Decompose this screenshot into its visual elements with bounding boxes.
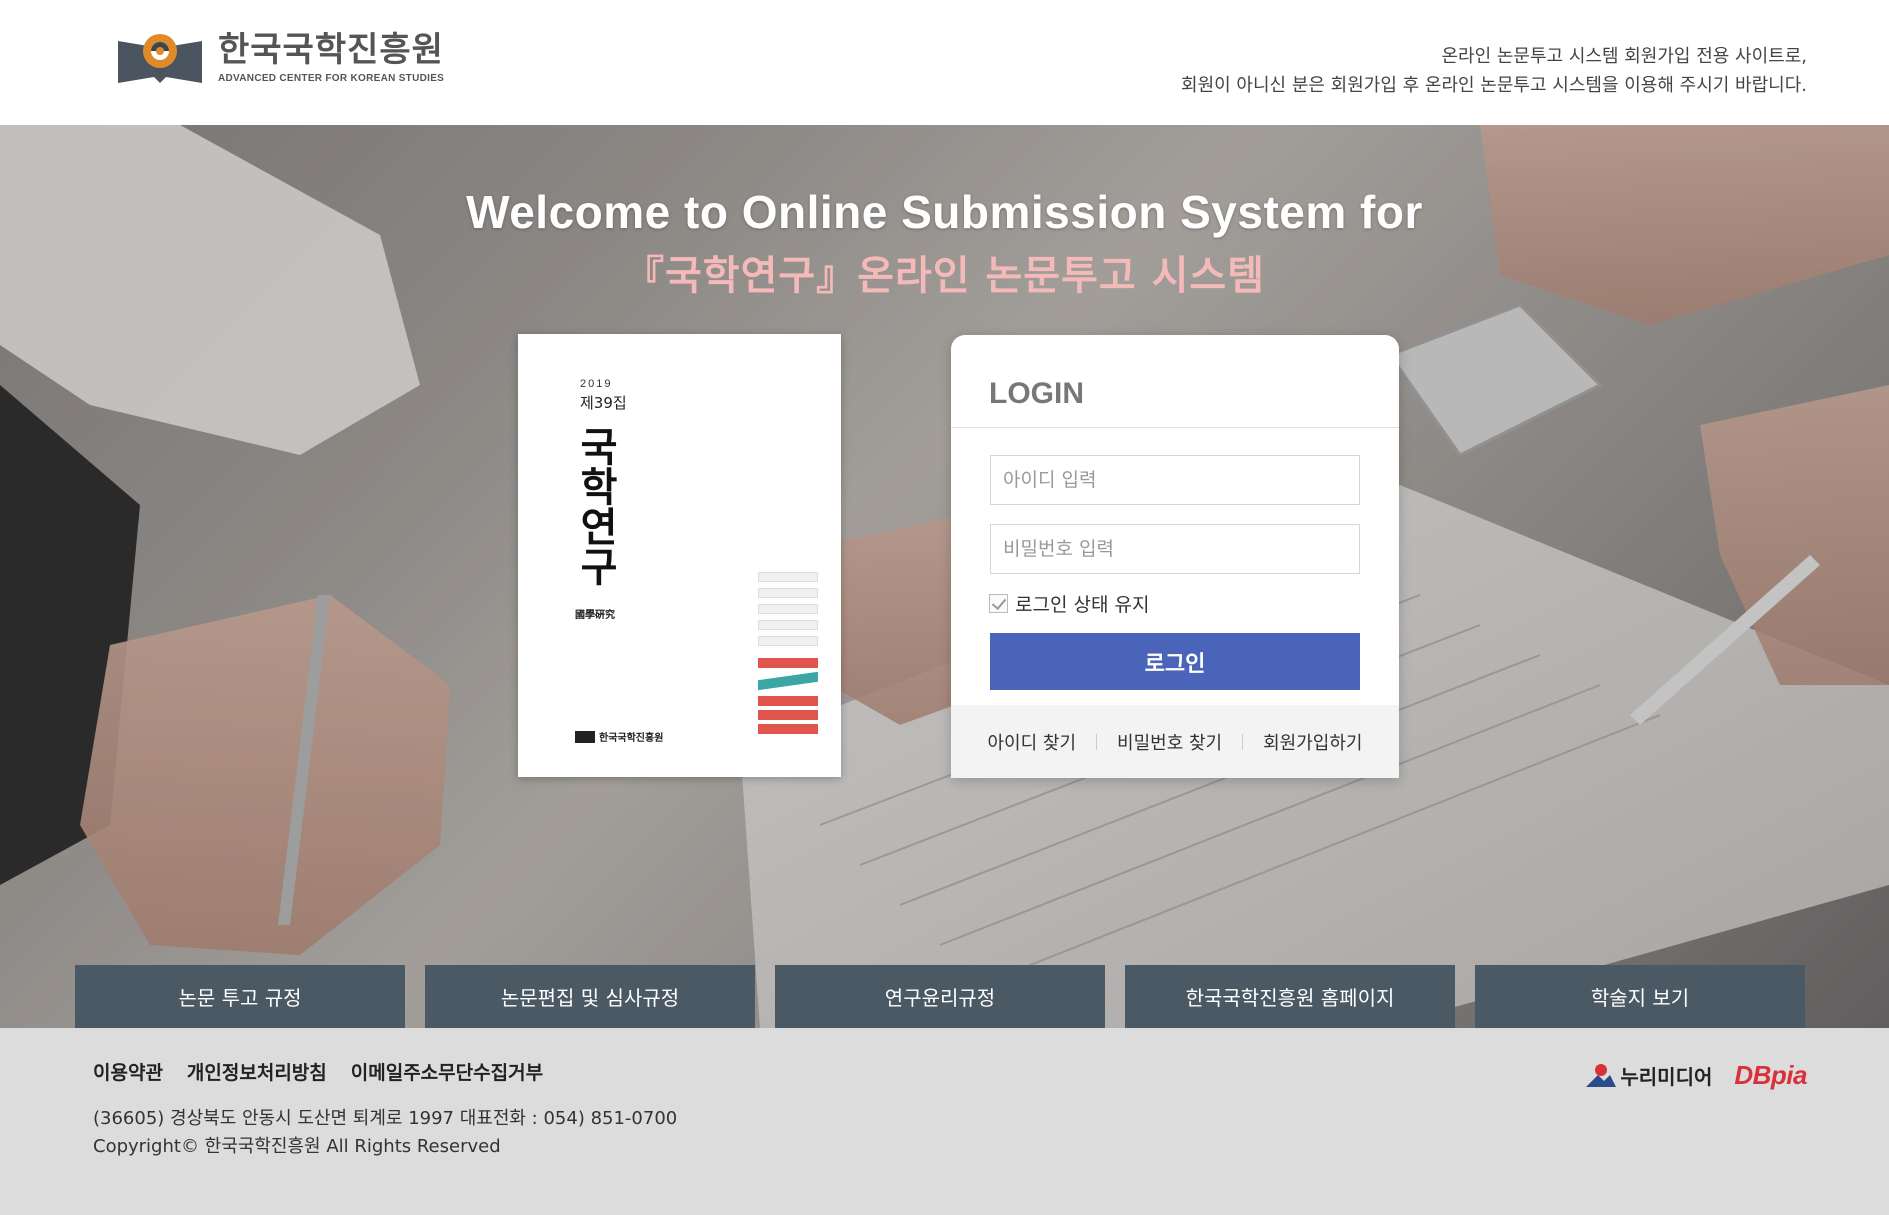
- site-footer: 이용약관 개인정보처리방침 이메일주소무단수집거부 (36605) 경상북도 안…: [0, 1028, 1889, 1215]
- user-id-input[interactable]: [990, 455, 1360, 505]
- cover-stripe: [758, 588, 818, 598]
- editing-review-rules-button[interactable]: 논문편집 및 심사규정: [425, 965, 755, 1028]
- cover-stripe: [758, 636, 818, 646]
- logo-emblem-icon: [116, 27, 204, 89]
- footer-address: (36605) 경상북도 안동시 도산면 퇴계로 1997 대표전화 : 054…: [93, 1108, 678, 1129]
- login-button[interactable]: 로그인: [990, 633, 1360, 690]
- account-links: 아이디 찾기 비밀번호 찾기 회원가입하기: [951, 705, 1399, 778]
- cover-stripe: [758, 710, 818, 720]
- cover-stripe: [758, 572, 818, 582]
- footer-links: 이용약관 개인정보처리방침 이메일주소무단수집거부: [93, 1058, 543, 1085]
- cover-publisher: 한국국학진흥원: [575, 729, 663, 744]
- signup-link[interactable]: 회원가입하기: [1243, 729, 1382, 755]
- homepage-button[interactable]: 한국국학진흥원 홈페이지: [1125, 965, 1455, 1028]
- research-ethics-button[interactable]: 연구윤리규정: [775, 965, 1105, 1028]
- quick-nav: 논문 투고 규정 논문편집 및 심사규정 연구윤리규정 한국국학진흥원 홈페이지…: [75, 965, 1805, 1028]
- footer-copyright: Copyright© 한국국학진흥원 All Rights Reserved: [93, 1136, 501, 1157]
- login-title: LOGIN: [989, 377, 1084, 410]
- find-password-link[interactable]: 비밀번호 찾기: [1097, 729, 1242, 755]
- cover-stripe: [758, 724, 818, 734]
- journal-cover-image: 2019 제39집 국 학 연 구 國學硏究 한국국학진흥원: [518, 334, 841, 777]
- cover-title-char: 연: [580, 505, 618, 551]
- cover-year: 2019: [580, 378, 613, 390]
- cover-title-char: 구: [580, 545, 618, 591]
- partner-logos: 누리미디어 DBpia: [1584, 1060, 1807, 1091]
- keep-login-option[interactable]: 로그인 상태 유지: [989, 590, 1149, 617]
- cover-publisher-name: 한국국학진흥원: [599, 733, 664, 744]
- submission-rules-button[interactable]: 논문 투고 규정: [75, 965, 405, 1028]
- site-logo[interactable]: 한국국학진흥원 ADVANCED CENTER FOR KOREAN STUDI…: [116, 27, 444, 89]
- notice-line-1: 온라인 논문투고 시스템 회원가입 전용 사이트로,: [1441, 46, 1807, 67]
- nurimedia-logo[interactable]: 누리미디어: [1584, 1061, 1712, 1090]
- find-id-link[interactable]: 아이디 찾기: [968, 729, 1097, 755]
- cover-stripe: [758, 604, 818, 614]
- login-panel: LOGIN 로그인 상태 유지 로그인 아이디 찾기 비밀번호 찾기 회원가입하…: [951, 335, 1399, 778]
- privacy-policy-link[interactable]: 개인정보처리방침: [187, 1058, 327, 1085]
- cover-title-char: 국: [580, 425, 618, 471]
- cover-title-char: 학: [580, 465, 618, 511]
- password-input[interactable]: [990, 524, 1360, 574]
- logo-english-name: ADVANCED CENTER FOR KOREAN STUDIES: [218, 72, 445, 84]
- cover-hanja: 國學硏究: [575, 610, 615, 621]
- email-policy-link[interactable]: 이메일주소무단수집거부: [351, 1058, 543, 1085]
- notice-line-2: 회원이 아니신 분은 회원가입 후 온라인 논문투고 시스템을 이용해 주시기 …: [1181, 75, 1807, 96]
- cover-stripe: [758, 696, 818, 706]
- cover-volume: 제39집: [580, 394, 627, 412]
- cover-stripe: [758, 658, 818, 668]
- dbpia-logo[interactable]: DBpia: [1734, 1060, 1807, 1091]
- logo-korean-name: 한국국학진흥원: [218, 29, 444, 70]
- nurimedia-name: 누리미디어: [1620, 1065, 1713, 1089]
- nurimedia-icon: [1584, 1063, 1618, 1089]
- cover-stripe: [758, 620, 818, 630]
- welcome-title: Welcome to Online Submission System for: [466, 186, 1423, 238]
- keep-login-label: 로그인 상태 유지: [1015, 594, 1150, 616]
- header-notice: 온라인 논문투고 시스템 회원가입 전용 사이트로, 회원이 아니신 분은 회원…: [1181, 42, 1807, 100]
- login-divider: [951, 427, 1399, 428]
- system-title: 『국학연구』온라인 논문투고 시스템: [623, 253, 1266, 299]
- view-journal-button[interactable]: 학술지 보기: [1475, 965, 1805, 1028]
- site-header: 한국국학진흥원 ADVANCED CENTER FOR KOREAN STUDI…: [0, 0, 1889, 125]
- cover-title: 국 학 연 구: [574, 428, 624, 588]
- cover-logo-icon: [575, 730, 595, 743]
- cover-stripe: [758, 671, 818, 691]
- terms-link[interactable]: 이용약관: [93, 1058, 163, 1085]
- keep-login-checkbox[interactable]: [989, 594, 1008, 613]
- hero-section: Welcome to Online Submission System for …: [0, 125, 1889, 1028]
